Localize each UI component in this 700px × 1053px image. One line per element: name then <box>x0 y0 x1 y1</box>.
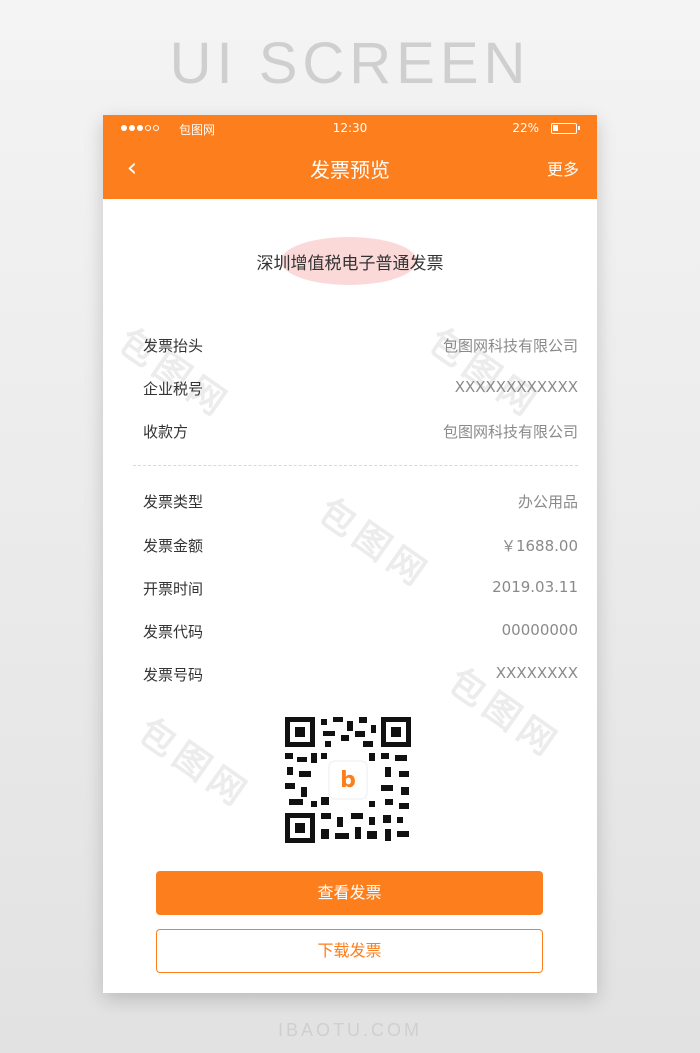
row-value: 2019.03.11 <box>492 578 578 596</box>
page-title: 发票预览 <box>310 158 390 182</box>
info-row-type: 发票类型 办公用品 <box>143 491 578 517</box>
battery-percentage: 22% <box>512 121 539 135</box>
row-value: ￥1688.00 <box>500 537 578 555</box>
view-invoice-button[interactable]: 查看发票 <box>156 871 543 915</box>
top-bar: 包图网 12:30 22% ‹ 发票预览 更多 <box>103 115 597 199</box>
row-value: 包图网科技有限公司 <box>442 337 578 355</box>
row-value: 包图网科技有限公司 <box>442 423 578 441</box>
dashed-divider <box>133 465 578 466</box>
more-button[interactable]: 更多 <box>547 155 579 185</box>
row-label: 企业税号 <box>143 380 204 398</box>
info-row-date: 开票时间 2019.03.11 <box>143 578 578 604</box>
row-label: 发票类型 <box>143 493 204 511</box>
row-label: 发票抬头 <box>143 337 204 355</box>
info-row-payee: 收款方 包图网科技有限公司 <box>143 421 578 447</box>
info-row-tax-id: 企业税号 XXXXXXXXXXXX <box>143 378 578 404</box>
row-value: XXXXXXXX <box>495 664 578 682</box>
watermark-logo: 包图网 <box>110 320 238 427</box>
invoice-title: 深圳增值税电子普通发票 <box>256 254 444 274</box>
qr-logo-letter: b <box>340 768 356 793</box>
phone-screen: 包图网 12:30 22% ‹ 发票预览 更多 包图网 包图网 包图网 包图网 … <box>103 115 597 993</box>
row-value: XXXXXXXXXXXX <box>454 378 578 396</box>
row-label: 发票号码 <box>143 666 204 684</box>
status-bar: 包图网 12:30 22% <box>103 115 597 143</box>
nav-bar: ‹ 发票预览 更多 <box>103 143 597 199</box>
page-heading: UI SCREEN <box>169 31 531 96</box>
info-row-code: 发票代码 00000000 <box>143 621 578 647</box>
watermark-logo: 包图网 <box>130 710 258 817</box>
download-invoice-button[interactable]: 下载发票 <box>156 929 543 973</box>
qr-code-icon: b <box>285 717 411 843</box>
info-row-number: 发票号码 XXXXXXXX <box>143 664 578 690</box>
watermark-logo: 包图网 <box>420 320 548 427</box>
battery-icon <box>551 123 580 134</box>
row-label: 开票时间 <box>143 580 204 598</box>
info-row-amount: 发票金额 ￥1688.00 <box>143 535 578 561</box>
row-label: 发票代码 <box>143 623 204 641</box>
row-value: 办公用品 <box>517 493 578 511</box>
row-label: 发票金额 <box>143 537 204 555</box>
info-row-header: 发票抬头 包图网科技有限公司 <box>143 335 578 361</box>
row-label: 收款方 <box>143 423 189 441</box>
row-value: 00000000 <box>501 621 578 639</box>
footer-brand: IBAOTU.COM <box>277 1020 422 1040</box>
